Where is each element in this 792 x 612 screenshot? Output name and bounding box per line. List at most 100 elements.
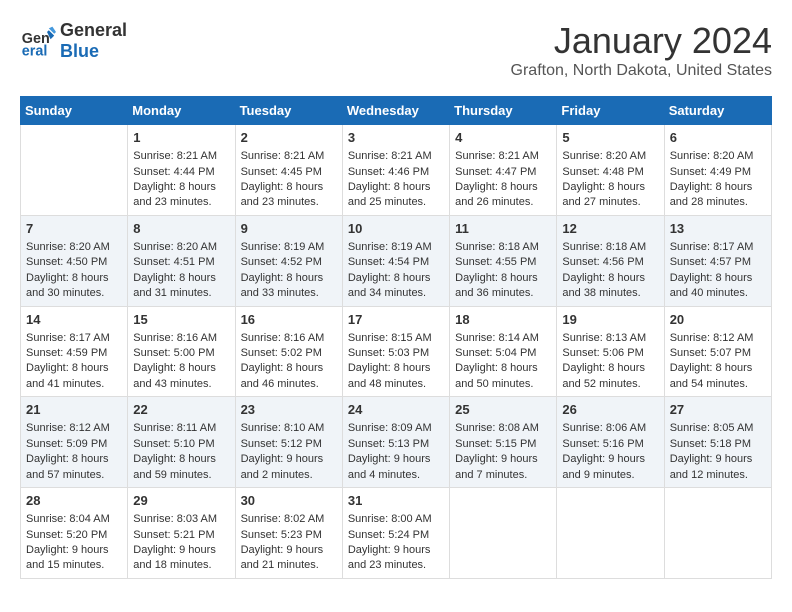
- cell-text: Daylight: 8 hours: [562, 361, 658, 376]
- logo: Gen eral General Blue: [20, 20, 127, 62]
- day-header-thursday: Thursday: [450, 97, 557, 125]
- cell-text: Sunrise: 8:20 AM: [26, 240, 122, 255]
- cell-text: Sunrise: 8:05 AM: [670, 421, 766, 436]
- calendar-cell: 24Sunrise: 8:09 AMSunset: 5:13 PMDayligh…: [342, 397, 449, 488]
- day-number: 9: [241, 220, 337, 238]
- cell-text: Sunrise: 8:21 AM: [455, 149, 551, 164]
- week-row: 1Sunrise: 8:21 AMSunset: 4:44 PMDaylight…: [21, 125, 772, 216]
- cell-text: Sunrise: 8:21 AM: [241, 149, 337, 164]
- calendar-cell: [557, 488, 664, 579]
- calendar-cell: 5Sunrise: 8:20 AMSunset: 4:48 PMDaylight…: [557, 125, 664, 216]
- calendar-cell: [664, 488, 771, 579]
- day-number: 10: [348, 220, 444, 238]
- cell-text: and 26 minutes.: [455, 195, 551, 210]
- cell-text: Sunrise: 8:02 AM: [241, 512, 337, 527]
- cell-text: and 48 minutes.: [348, 377, 444, 392]
- cell-text: Sunrise: 8:17 AM: [670, 240, 766, 255]
- cell-text: Sunset: 5:07 PM: [670, 346, 766, 361]
- cell-text: Daylight: 8 hours: [455, 180, 551, 195]
- calendar-cell: 10Sunrise: 8:19 AMSunset: 4:54 PMDayligh…: [342, 215, 449, 306]
- cell-text: Daylight: 8 hours: [348, 271, 444, 286]
- day-header-friday: Friday: [557, 97, 664, 125]
- day-number: 22: [133, 401, 229, 419]
- cell-text: Daylight: 9 hours: [241, 543, 337, 558]
- day-header-sunday: Sunday: [21, 97, 128, 125]
- day-number: 27: [670, 401, 766, 419]
- cell-text: Sunset: 5:13 PM: [348, 437, 444, 452]
- cell-text: Daylight: 8 hours: [26, 452, 122, 467]
- cell-text: Sunrise: 8:10 AM: [241, 421, 337, 436]
- cell-text: Sunset: 4:45 PM: [241, 165, 337, 180]
- cell-text: and 12 minutes.: [670, 468, 766, 483]
- cell-text: Daylight: 8 hours: [670, 361, 766, 376]
- week-row: 7Sunrise: 8:20 AMSunset: 4:50 PMDaylight…: [21, 215, 772, 306]
- cell-text: Daylight: 8 hours: [562, 271, 658, 286]
- day-number: 18: [455, 311, 551, 329]
- cell-text: Sunrise: 8:19 AM: [348, 240, 444, 255]
- page-header: Gen eral General Blue January 2024 Graft…: [20, 20, 772, 80]
- day-number: 1: [133, 129, 229, 147]
- day-number: 29: [133, 492, 229, 510]
- day-number: 2: [241, 129, 337, 147]
- location-title: Grafton, North Dakota, United States: [511, 62, 772, 80]
- calendar-cell: 13Sunrise: 8:17 AMSunset: 4:57 PMDayligh…: [664, 215, 771, 306]
- cell-text: Daylight: 8 hours: [455, 271, 551, 286]
- cell-text: Daylight: 9 hours: [670, 452, 766, 467]
- cell-text: Sunrise: 8:12 AM: [670, 331, 766, 346]
- cell-text: and 7 minutes.: [455, 468, 551, 483]
- cell-text: Daylight: 8 hours: [562, 180, 658, 195]
- day-number: 14: [26, 311, 122, 329]
- cell-text: and 15 minutes.: [26, 558, 122, 573]
- cell-text: Sunrise: 8:13 AM: [562, 331, 658, 346]
- cell-text: Sunrise: 8:16 AM: [241, 331, 337, 346]
- cell-text: and 50 minutes.: [455, 377, 551, 392]
- cell-text: Daylight: 8 hours: [455, 361, 551, 376]
- cell-text: and 59 minutes.: [133, 468, 229, 483]
- cell-text: and 18 minutes.: [133, 558, 229, 573]
- day-number: 7: [26, 220, 122, 238]
- cell-text: Sunset: 4:52 PM: [241, 255, 337, 270]
- cell-text: Sunset: 5:02 PM: [241, 346, 337, 361]
- cell-text: Sunrise: 8:20 AM: [133, 240, 229, 255]
- cell-text: Sunrise: 8:21 AM: [348, 149, 444, 164]
- calendar-cell: 22Sunrise: 8:11 AMSunset: 5:10 PMDayligh…: [128, 397, 235, 488]
- cell-text: and 23 minutes.: [241, 195, 337, 210]
- cell-text: Sunset: 4:57 PM: [670, 255, 766, 270]
- calendar-cell: 28Sunrise: 8:04 AMSunset: 5:20 PMDayligh…: [21, 488, 128, 579]
- calendar-cell: 23Sunrise: 8:10 AMSunset: 5:12 PMDayligh…: [235, 397, 342, 488]
- cell-text: and 38 minutes.: [562, 286, 658, 301]
- day-number: 15: [133, 311, 229, 329]
- cell-text: and 43 minutes.: [133, 377, 229, 392]
- calendar-cell: 6Sunrise: 8:20 AMSunset: 4:49 PMDaylight…: [664, 125, 771, 216]
- cell-text: Sunset: 5:16 PM: [562, 437, 658, 452]
- cell-text: Daylight: 8 hours: [670, 180, 766, 195]
- day-number: 25: [455, 401, 551, 419]
- cell-text: Sunrise: 8:08 AM: [455, 421, 551, 436]
- cell-text: Daylight: 9 hours: [455, 452, 551, 467]
- day-header-monday: Monday: [128, 97, 235, 125]
- calendar-header-row: SundayMondayTuesdayWednesdayThursdayFrid…: [21, 97, 772, 125]
- cell-text: Daylight: 8 hours: [26, 271, 122, 286]
- cell-text: Sunset: 4:49 PM: [670, 165, 766, 180]
- cell-text: Daylight: 8 hours: [241, 361, 337, 376]
- cell-text: Daylight: 8 hours: [133, 361, 229, 376]
- calendar-cell: 30Sunrise: 8:02 AMSunset: 5:23 PMDayligh…: [235, 488, 342, 579]
- cell-text: Sunrise: 8:16 AM: [133, 331, 229, 346]
- day-number: 5: [562, 129, 658, 147]
- day-number: 26: [562, 401, 658, 419]
- cell-text: Daylight: 8 hours: [670, 271, 766, 286]
- cell-text: and 30 minutes.: [26, 286, 122, 301]
- calendar-cell: 9Sunrise: 8:19 AMSunset: 4:52 PMDaylight…: [235, 215, 342, 306]
- cell-text: and 23 minutes.: [348, 558, 444, 573]
- cell-text: Daylight: 8 hours: [26, 361, 122, 376]
- cell-text: Daylight: 9 hours: [348, 543, 444, 558]
- cell-text: Sunrise: 8:03 AM: [133, 512, 229, 527]
- cell-text: and 33 minutes.: [241, 286, 337, 301]
- cell-text: Sunset: 4:51 PM: [133, 255, 229, 270]
- cell-text: and 54 minutes.: [670, 377, 766, 392]
- calendar-cell: 25Sunrise: 8:08 AMSunset: 5:15 PMDayligh…: [450, 397, 557, 488]
- cell-text: Daylight: 9 hours: [26, 543, 122, 558]
- calendar-cell: 2Sunrise: 8:21 AMSunset: 4:45 PMDaylight…: [235, 125, 342, 216]
- calendar-cell: 18Sunrise: 8:14 AMSunset: 5:04 PMDayligh…: [450, 306, 557, 397]
- cell-text: Daylight: 8 hours: [348, 361, 444, 376]
